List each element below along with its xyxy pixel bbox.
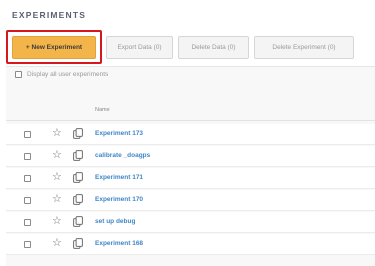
star-icon[interactable]: ☆: [52, 170, 62, 184]
copy-icon[interactable]: [73, 128, 83, 139]
star-icon[interactable]: ☆: [52, 192, 62, 206]
table-row[interactable]: ☆ Experiment 168: [6, 234, 375, 255]
copy-icon[interactable]: [73, 172, 83, 183]
row-checkbox[interactable]: [24, 241, 31, 248]
header-divider: [6, 120, 375, 121]
display-all-filter[interactable]: Display all user experiments: [15, 71, 108, 78]
star-icon[interactable]: ☆: [52, 236, 62, 250]
experiment-name-link[interactable]: Experiment 168: [95, 240, 143, 247]
table-row[interactable]: ☆ calibrate _doagps: [6, 146, 375, 167]
row-checkbox[interactable]: [24, 131, 31, 138]
row-checkbox[interactable]: [24, 219, 31, 226]
experiment-name-link[interactable]: Experiment 171: [95, 174, 143, 181]
delete-experiment-button[interactable]: Delete Experiment (0): [254, 36, 354, 59]
name-column-header[interactable]: Name: [95, 107, 110, 113]
experiment-name-link[interactable]: calibrate _doagps: [95, 152, 150, 159]
page-title: EXPERIMENTS: [12, 10, 87, 20]
row-checkbox[interactable]: [24, 175, 31, 182]
star-icon[interactable]: ☆: [52, 214, 62, 228]
table-row[interactable]: ☆ Experiment 173: [6, 124, 375, 145]
table-row[interactable]: ☆ set up debug: [6, 212, 375, 233]
delete-data-button[interactable]: Delete Data (0): [178, 36, 249, 59]
copy-icon[interactable]: [73, 238, 83, 249]
new-experiment-button[interactable]: + New Experiment: [12, 36, 96, 59]
row-checkbox[interactable]: [24, 197, 31, 204]
copy-icon[interactable]: [73, 150, 83, 161]
star-icon[interactable]: ☆: [52, 126, 62, 140]
table-row[interactable]: ☆ Experiment 170: [6, 190, 375, 211]
export-data-button[interactable]: Export Data (0): [106, 36, 173, 59]
experiment-name-link[interactable]: Experiment 173: [95, 130, 143, 137]
star-icon[interactable]: ☆: [52, 148, 62, 162]
copy-icon[interactable]: [73, 194, 83, 205]
experiment-name-link[interactable]: set up debug: [95, 218, 135, 225]
row-checkbox[interactable]: [24, 153, 31, 160]
display-all-checkbox[interactable]: [15, 71, 22, 78]
copy-icon[interactable]: [73, 216, 83, 227]
table-row[interactable]: ☆ Experiment 171: [6, 168, 375, 189]
display-all-label: Display all user experiments: [27, 71, 109, 78]
experiment-name-link[interactable]: Experiment 170: [95, 196, 143, 203]
